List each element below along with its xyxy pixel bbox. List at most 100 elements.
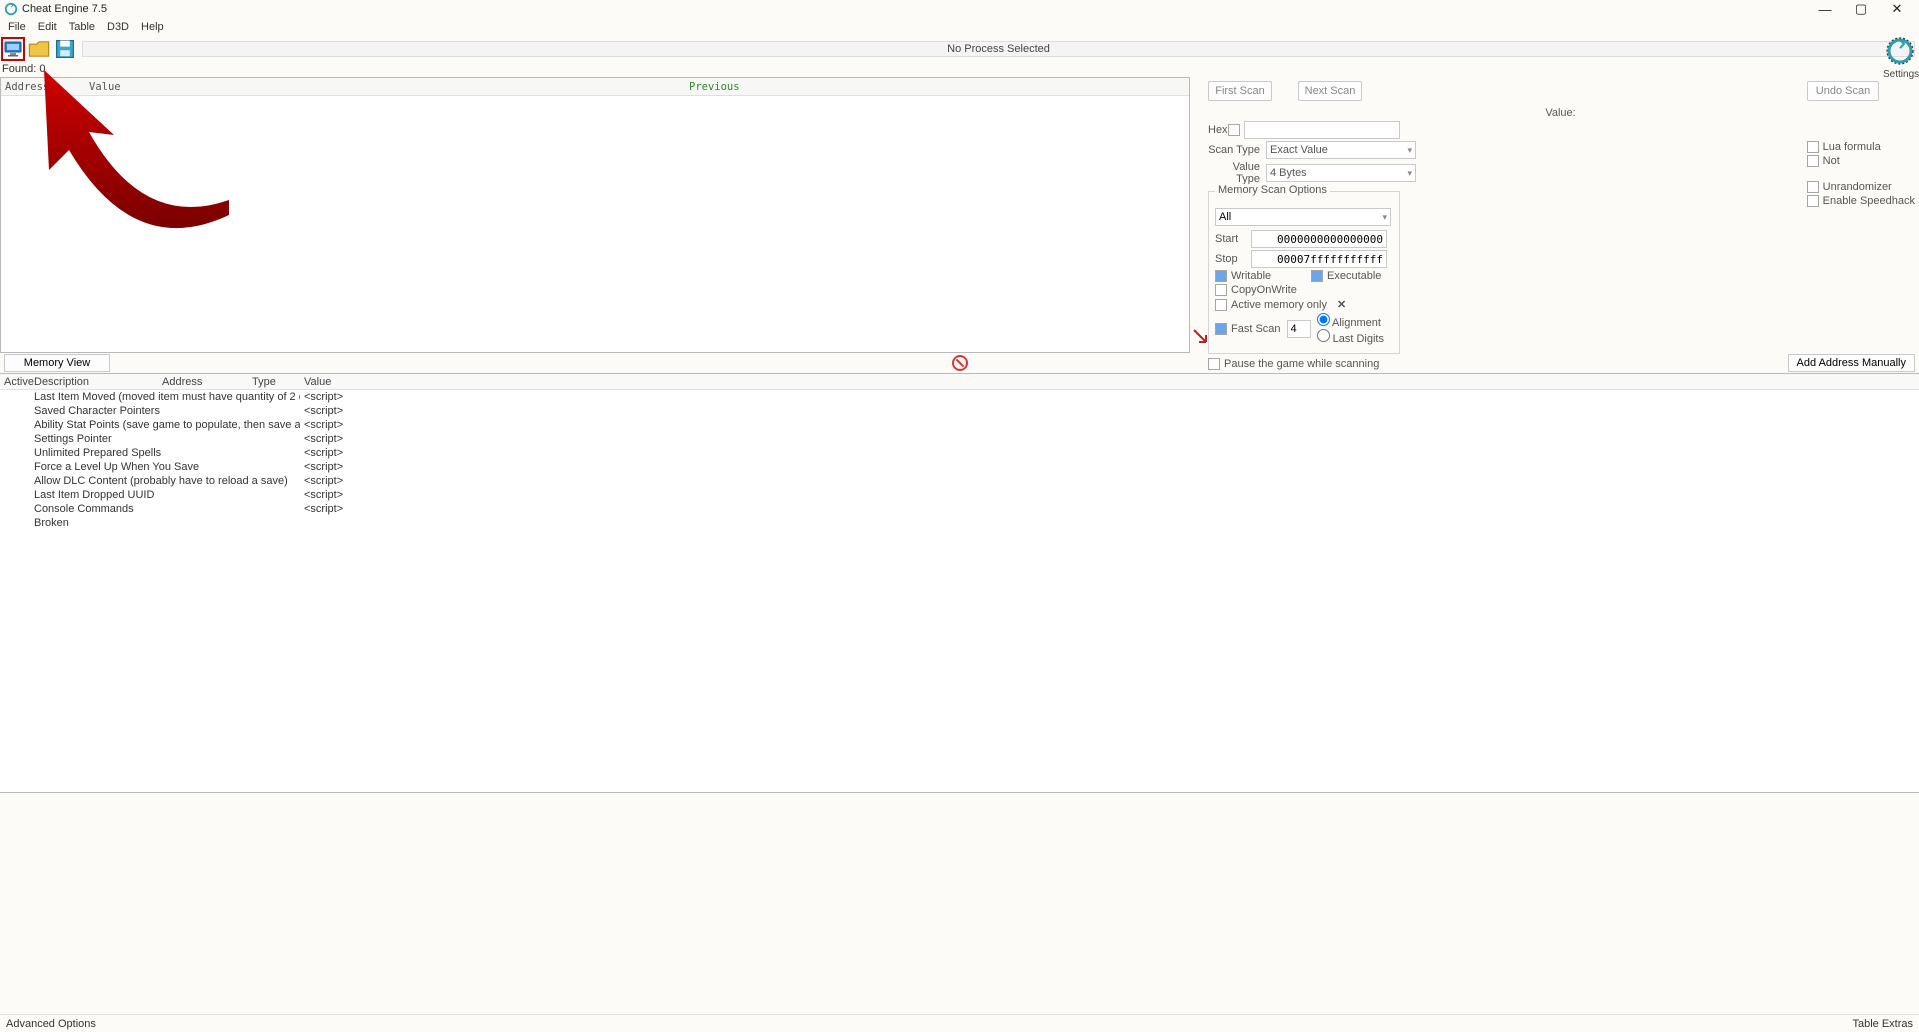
col-type[interactable]: Type: [248, 376, 300, 388]
fast-scan-value-input[interactable]: [1287, 320, 1311, 338]
value-input[interactable]: [1244, 121, 1400, 139]
row-value: <script>: [300, 503, 360, 515]
table-row[interactable]: Unlimited Prepared Spells<script>: [0, 446, 1919, 460]
table-row[interactable]: Saved Character Pointers<script>: [0, 404, 1919, 418]
hex-label: Hex: [1208, 124, 1228, 136]
results-header: Address Value Previous: [1, 78, 1189, 96]
app-logo-icon: [4, 2, 18, 16]
close-button[interactable]: ✕: [1879, 1, 1915, 17]
executable-checkbox[interactable]: [1311, 270, 1323, 282]
save-button[interactable]: [53, 37, 77, 61]
minimize-button[interactable]: —: [1807, 2, 1843, 17]
menu-table[interactable]: Table: [69, 21, 95, 33]
settings-button[interactable]: Settings: [1883, 36, 1917, 80]
window-title: Cheat Engine 7.5: [22, 3, 1807, 15]
midbar: Memory View Add Address Manually: [0, 353, 1919, 373]
process-bar: No Process Selected: [82, 41, 1915, 57]
table-row[interactable]: Console Commands<script>: [0, 502, 1919, 516]
row-description: Console Commands: [30, 503, 300, 515]
row-value: <script>: [300, 405, 360, 417]
memory-scan-options-group: Memory Scan Options All▾ Start Stop Writ…: [1208, 191, 1400, 354]
row-value: <script>: [300, 447, 360, 459]
writable-checkbox[interactable]: [1215, 270, 1227, 282]
chevron-down-icon: ▾: [1382, 212, 1387, 223]
row-description: Last Item Moved (moved item must have qu…: [30, 391, 300, 403]
row-value: <script>: [300, 419, 360, 431]
active-memory-checkbox[interactable]: [1215, 299, 1227, 311]
not-checkbox[interactable]: [1807, 155, 1819, 167]
close-icon[interactable]: ✕: [1337, 298, 1346, 311]
first-scan-button[interactable]: First Scan: [1208, 81, 1272, 101]
row-value: <script>: [300, 391, 360, 403]
start-input[interactable]: [1251, 230, 1387, 248]
scan-panel: First Scan Next Scan Undo Scan Value: He…: [1190, 77, 1919, 353]
menu-file[interactable]: File: [8, 21, 26, 33]
process-text: No Process Selected: [947, 43, 1050, 55]
row-value: <script>: [300, 475, 360, 487]
memory-scan-options-label: Memory Scan Options: [1215, 184, 1330, 196]
row-description: Ability Stat Points (save game to popula…: [30, 419, 300, 431]
row-value: <script>: [300, 489, 360, 501]
table-row[interactable]: Broken: [0, 516, 1919, 530]
results-col-value[interactable]: Value: [85, 81, 685, 93]
lua-formula-checkbox[interactable]: [1807, 141, 1819, 153]
titlebar: Cheat Engine 7.5 — ▢ ✕: [0, 0, 1919, 18]
menu-d3d[interactable]: D3D: [107, 21, 129, 33]
speedhack-checkbox[interactable]: [1807, 195, 1819, 207]
last-digits-radio[interactable]: [1317, 329, 1330, 342]
stop-input[interactable]: [1251, 250, 1387, 268]
table-row[interactable]: Allow DLC Content (probably have to relo…: [0, 474, 1919, 488]
unrandomizer-checkbox[interactable]: [1807, 181, 1819, 193]
value-type-select[interactable]: 4 Bytes▾: [1266, 164, 1416, 182]
table-row[interactable]: Ability Stat Points (save game to popula…: [0, 418, 1919, 432]
side-options: Lua formula Not Unrandomizer Enable Spee…: [1807, 139, 1915, 209]
add-address-manually-button[interactable]: Add Address Manually: [1788, 354, 1915, 372]
memory-view-button[interactable]: Memory View: [4, 354, 110, 372]
scan-results[interactable]: Address Value Previous: [0, 77, 1190, 353]
results-col-address[interactable]: Address: [1, 81, 85, 93]
next-scan-button[interactable]: Next Scan: [1298, 81, 1362, 101]
scan-type-select[interactable]: Exact Value▾: [1266, 141, 1416, 159]
main-area: Address Value Previous First Scan Next S…: [0, 77, 1919, 353]
no-entry-icon[interactable]: [952, 355, 968, 371]
alignment-radio[interactable]: [1317, 313, 1330, 326]
table-row[interactable]: [0, 530, 1919, 544]
menu-help[interactable]: Help: [141, 21, 164, 33]
statusbar: Advanced Options Table Extras: [0, 1014, 1919, 1032]
menu-edit[interactable]: Edit: [38, 21, 57, 33]
value-type-label: Value Type: [1208, 161, 1260, 185]
results-col-previous[interactable]: Previous: [685, 81, 744, 93]
row-description: Saved Character Pointers: [30, 405, 300, 417]
col-address[interactable]: Address: [158, 376, 248, 388]
chevron-down-icon: ▾: [1407, 145, 1412, 156]
address-list[interactable]: Active Description Address Type Value La…: [0, 373, 1919, 793]
menubar: File Edit Table D3D Help: [0, 18, 1919, 35]
row-description: Last Item Dropped UUID: [30, 489, 300, 501]
hex-checkbox[interactable]: [1228, 124, 1240, 136]
col-value[interactable]: Value: [300, 376, 400, 388]
scan-type-label: Scan Type: [1208, 144, 1260, 156]
value-label: Value:: [1545, 107, 1575, 119]
copyonwrite-checkbox[interactable]: [1215, 284, 1227, 296]
fast-scan-checkbox[interactable]: [1215, 323, 1227, 335]
row-description: Unlimited Prepared Spells: [30, 447, 300, 459]
row-value: <script>: [300, 433, 360, 445]
table-row[interactable]: Force a Level Up When You Save<script>: [0, 460, 1919, 474]
col-active[interactable]: Active: [0, 376, 30, 388]
address-list-header: Active Description Address Type Value: [0, 374, 1919, 390]
row-value: <script>: [300, 461, 360, 473]
undo-scan-button[interactable]: Undo Scan: [1807, 81, 1879, 101]
table-extras-button[interactable]: Table Extras: [1852, 1018, 1913, 1030]
table-row[interactable]: Last Item Dropped UUID<script>: [0, 488, 1919, 502]
table-row[interactable]: Last Item Moved (moved item must have qu…: [0, 390, 1919, 404]
table-row[interactable]: Settings Pointer<script>: [0, 432, 1919, 446]
row-description: Settings Pointer: [30, 433, 300, 445]
chevron-down-icon: ▾: [1407, 168, 1412, 179]
advanced-options-button[interactable]: Advanced Options: [6, 1018, 96, 1030]
open-process-button[interactable]: [1, 37, 25, 61]
open-file-button[interactable]: [27, 37, 51, 61]
col-description[interactable]: Description: [30, 376, 158, 388]
row-description: Allow DLC Content (probably have to relo…: [30, 475, 300, 487]
maximize-button[interactable]: ▢: [1843, 1, 1879, 17]
memory-range-select[interactable]: All▾: [1215, 208, 1391, 226]
